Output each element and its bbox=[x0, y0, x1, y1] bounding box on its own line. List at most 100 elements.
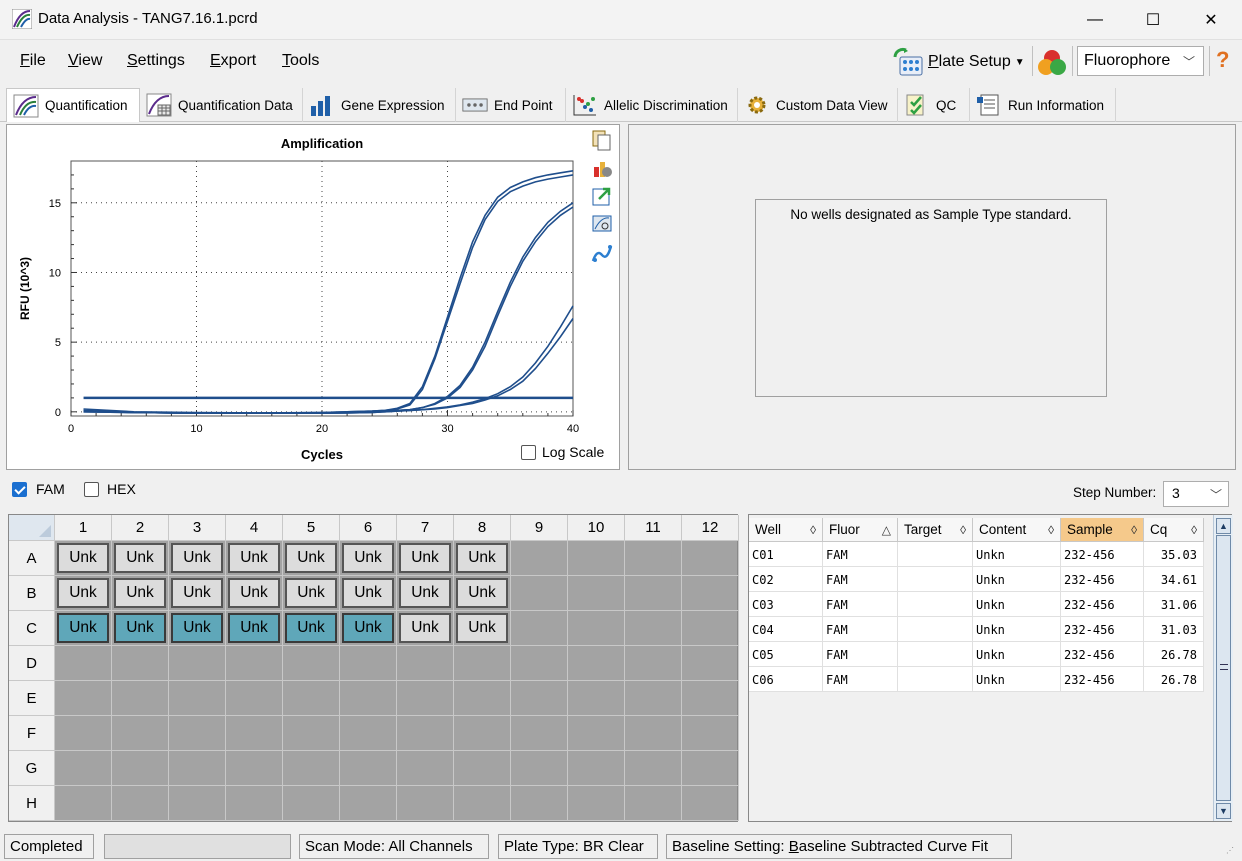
column-header-well[interactable]: Well ◊ bbox=[749, 518, 823, 542]
well-c7[interactable]: Unk bbox=[399, 613, 451, 643]
row-header-f[interactable]: F bbox=[9, 716, 55, 751]
cell-content[interactable]: Unkn bbox=[973, 667, 1061, 692]
cell-cq[interactable]: 26.78 bbox=[1144, 667, 1204, 692]
well-colors-icon[interactable] bbox=[1036, 46, 1068, 78]
cell-sample[interactable]: 232-456 bbox=[1061, 592, 1144, 617]
menu-file[interactable]: File bbox=[20, 52, 46, 70]
fam-checkbox[interactable] bbox=[12, 482, 27, 497]
row-header-c[interactable]: C bbox=[9, 611, 55, 646]
cell-fluor[interactable]: FAM bbox=[823, 642, 898, 667]
cell-sample[interactable]: 232-456 bbox=[1061, 567, 1144, 592]
menu-tools[interactable]: Tools bbox=[282, 52, 319, 70]
maximize-button[interactable]: ☐ bbox=[1124, 0, 1182, 40]
amplification-chart[interactable]: Amplification Cycles RFU (10^3) 0 10 20 30 40 0 5… bbox=[7, 125, 587, 469]
well-a5[interactable]: Unk bbox=[285, 543, 337, 573]
well-b8[interactable]: Unk bbox=[456, 578, 508, 608]
help-icon[interactable]: ? bbox=[1216, 47, 1229, 73]
tab-qc[interactable]: QC bbox=[898, 88, 970, 122]
tab-quantification[interactable]: Quantification bbox=[6, 88, 140, 122]
cell-well[interactable]: C06 bbox=[749, 667, 823, 692]
well-a2[interactable]: Unk bbox=[114, 543, 166, 573]
well-a4[interactable]: Unk bbox=[228, 543, 280, 573]
well-a8[interactable]: Unk bbox=[456, 543, 508, 573]
well-c3[interactable]: Unk bbox=[171, 613, 223, 643]
tab-end-point[interactable]: End Point bbox=[456, 88, 566, 122]
well-a7[interactable]: Unk bbox=[399, 543, 451, 573]
cell-well[interactable]: C03 bbox=[749, 592, 823, 617]
cell-well[interactable]: C04 bbox=[749, 617, 823, 642]
row-header-h[interactable]: H bbox=[9, 786, 55, 821]
cell-well[interactable]: C05 bbox=[749, 642, 823, 667]
cell-cq[interactable]: 34.61 bbox=[1144, 567, 1204, 592]
cell-fluor[interactable]: FAM bbox=[823, 617, 898, 642]
well-b1[interactable]: Unk bbox=[57, 578, 109, 608]
select-all-corner[interactable] bbox=[9, 515, 55, 541]
cell-fluor[interactable]: FAM bbox=[823, 667, 898, 692]
menu-settings[interactable]: Settings bbox=[127, 52, 185, 70]
fluorophore-select[interactable]: Fluorophore ﹀ bbox=[1077, 46, 1204, 76]
zoom-chart-icon[interactable] bbox=[591, 213, 613, 235]
cell-sample[interactable]: 232-456 bbox=[1061, 542, 1144, 567]
cell-well[interactable]: C02 bbox=[749, 567, 823, 592]
scroll-up-icon[interactable]: ▲ bbox=[1216, 518, 1231, 534]
copy-icon[interactable] bbox=[591, 129, 613, 151]
column-header-2[interactable]: 2 bbox=[112, 515, 169, 541]
row-header-d[interactable]: D bbox=[9, 646, 55, 681]
log-scale-checkbox[interactable] bbox=[521, 444, 536, 460]
tab-gene-expression[interactable]: Gene Expression bbox=[303, 88, 456, 122]
resize-grip-icon[interactable]: ⋰ bbox=[1226, 846, 1234, 855]
cell-target[interactable] bbox=[898, 542, 973, 567]
column-header-cq[interactable]: Cq ◊ bbox=[1144, 518, 1204, 542]
column-header-target[interactable]: Target ◊ bbox=[898, 518, 973, 542]
tab-quantification-data[interactable]: Quantification Data bbox=[140, 88, 303, 122]
row-header-g[interactable]: G bbox=[9, 751, 55, 786]
well-c5[interactable]: Unk bbox=[285, 613, 337, 643]
plate-setup-button[interactable]: Plate Setup ▼ bbox=[892, 46, 1025, 78]
cell-cq[interactable]: 35.03 bbox=[1144, 542, 1204, 567]
minimize-button[interactable]: — bbox=[1066, 0, 1124, 40]
row-header-e[interactable]: E bbox=[9, 681, 55, 716]
tab-run-information[interactable]: Run Information bbox=[970, 88, 1116, 122]
well-b6[interactable]: Unk bbox=[342, 578, 394, 608]
cell-target[interactable] bbox=[898, 592, 973, 617]
column-header-12[interactable]: 12 bbox=[682, 515, 739, 541]
cell-content[interactable]: Unkn bbox=[973, 567, 1061, 592]
column-header-fluor[interactable]: Fluor △ bbox=[823, 518, 898, 542]
column-header-8[interactable]: 8 bbox=[454, 515, 511, 541]
column-header-1[interactable]: 1 bbox=[55, 515, 112, 541]
tab-custom-data-view[interactable]: Custom Data View bbox=[738, 88, 898, 122]
column-header-4[interactable]: 4 bbox=[226, 515, 283, 541]
close-button[interactable]: ✕ bbox=[1182, 0, 1240, 40]
column-header-5[interactable]: 5 bbox=[283, 515, 340, 541]
row-header-b[interactable]: B bbox=[9, 576, 55, 611]
cell-content[interactable]: Unkn bbox=[973, 542, 1061, 567]
cell-fluor[interactable]: FAM bbox=[823, 592, 898, 617]
cell-target[interactable] bbox=[898, 667, 973, 692]
log-scale-toggle[interactable]: Log Scale bbox=[521, 444, 604, 460]
well-a6[interactable]: Unk bbox=[342, 543, 394, 573]
cell-content[interactable]: Unkn bbox=[973, 592, 1061, 617]
well-a1[interactable]: Unk bbox=[57, 543, 109, 573]
column-header-11[interactable]: 11 bbox=[625, 515, 682, 541]
cell-target[interactable] bbox=[898, 567, 973, 592]
cell-well[interactable]: C01 bbox=[749, 542, 823, 567]
scrollbar-thumb[interactable] bbox=[1216, 535, 1231, 801]
scroll-down-icon[interactable]: ▼ bbox=[1216, 803, 1231, 819]
menu-view[interactable]: View bbox=[68, 52, 102, 70]
cell-target[interactable] bbox=[898, 642, 973, 667]
well-b2[interactable]: Unk bbox=[114, 578, 166, 608]
cell-cq[interactable]: 26.78 bbox=[1144, 642, 1204, 667]
export-chart-icon[interactable] bbox=[591, 185, 613, 207]
well-c6[interactable]: Unk bbox=[342, 613, 394, 643]
well-b7[interactable]: Unk bbox=[399, 578, 451, 608]
well-c4[interactable]: Unk bbox=[228, 613, 280, 643]
row-header-a[interactable]: A bbox=[9, 541, 55, 576]
well-b5[interactable]: Unk bbox=[285, 578, 337, 608]
column-header-9[interactable]: 9 bbox=[511, 515, 568, 541]
hex-checkbox[interactable] bbox=[84, 482, 99, 497]
cell-sample[interactable]: 232-456 bbox=[1061, 667, 1144, 692]
menu-export[interactable]: Export bbox=[210, 52, 256, 70]
well-a3[interactable]: Unk bbox=[171, 543, 223, 573]
step-number-select[interactable]: 3 ﹀ bbox=[1163, 481, 1229, 507]
column-header-6[interactable]: 6 bbox=[340, 515, 397, 541]
